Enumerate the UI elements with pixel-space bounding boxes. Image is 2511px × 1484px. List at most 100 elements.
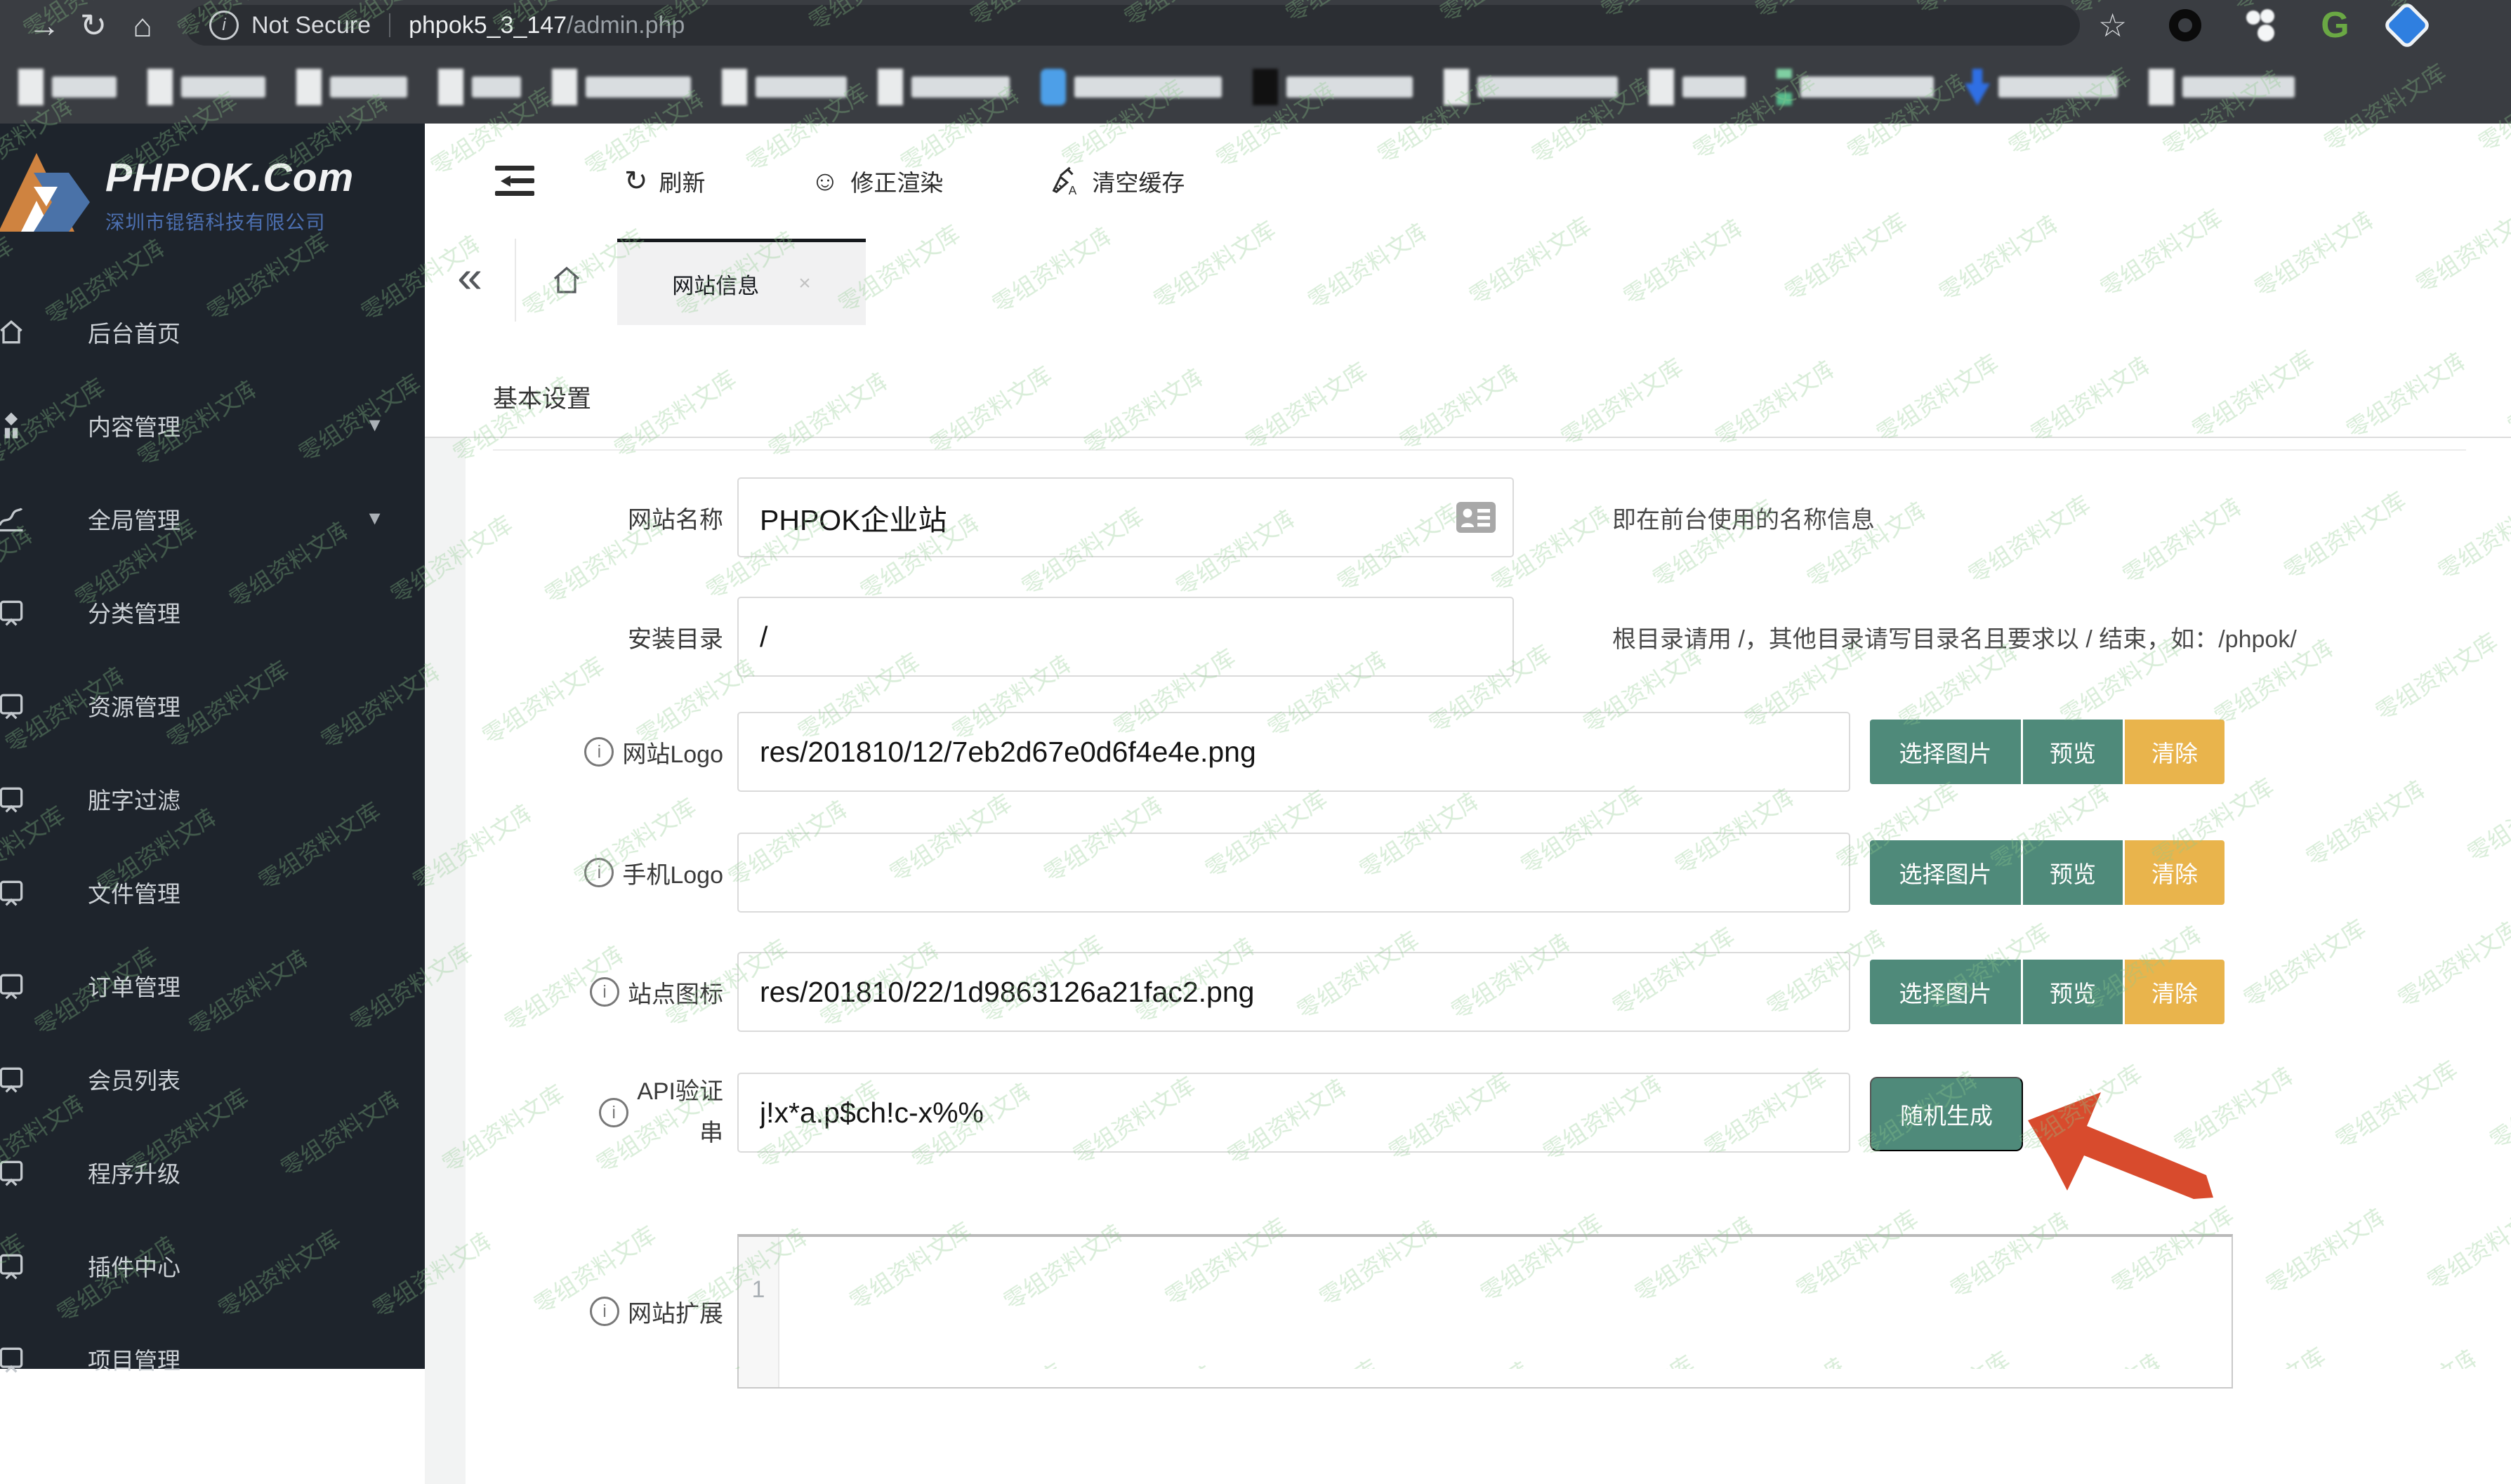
logo-title: PHPOK.Com (105, 155, 355, 200)
info-icon[interactable]: i (599, 1098, 629, 1127)
sidebar-item-orders[interactable]: 订单管理 (0, 939, 425, 1032)
extension-dots-icon[interactable] (2245, 9, 2277, 41)
extension-gem-icon[interactable] (2387, 5, 2427, 46)
bookmark-item[interactable] (296, 69, 407, 105)
api-token-input[interactable] (737, 1073, 1850, 1153)
bookmark-item[interactable] (722, 69, 847, 105)
home-icon (0, 319, 22, 343)
bookmark-item[interactable] (878, 69, 1010, 105)
bookmark-item[interactable] (1041, 69, 1222, 105)
info-icon[interactable]: i (584, 858, 614, 887)
browser-toolbar: → ↻ ⌂ i Not Secure phpok5_3_147 /admin.p… (0, 0, 2511, 51)
bookmark-item[interactable] (1777, 69, 1934, 105)
brush-icon: A (1052, 166, 1077, 197)
preview-button[interactable]: 预览 (2023, 840, 2123, 905)
bookmark-item[interactable] (1444, 69, 1618, 105)
sidebar-item-projects[interactable]: 项目管理 (0, 1312, 425, 1405)
sidebar-item-plugins[interactable]: 插件中心 (0, 1219, 425, 1312)
extension-g-icon[interactable]: G (2321, 7, 2349, 44)
divider (425, 437, 2511, 438)
row-site-ext: i 网站扩展 1 (425, 1234, 2233, 1389)
contact-card-icon[interactable] (1456, 502, 1496, 533)
divider (493, 449, 2466, 451)
preview-button[interactable]: 预览 (2023, 720, 2123, 784)
info-icon[interactable]: i (584, 737, 614, 767)
bookmark-item[interactable] (1965, 69, 2118, 105)
refresh-button[interactable]: ↻ 刷新 (624, 164, 706, 198)
bookmark-item[interactable] (147, 69, 265, 105)
home-outline-icon (553, 266, 580, 293)
content-icon (4, 412, 18, 438)
bookmark-item[interactable] (1253, 69, 1413, 105)
extension-circle-icon[interactable] (2169, 9, 2202, 41)
chevron-down-icon (365, 414, 384, 436)
choose-image-button[interactable]: 选择图片 (1870, 720, 2021, 784)
window-icon (0, 1254, 23, 1280)
chevron-down-icon (365, 508, 384, 529)
row-site-name: 网站名称 即在前台使用的名称信息 (425, 477, 1875, 557)
sidebar-item-category[interactable]: 分类管理 (0, 565, 425, 658)
site-name-input[interactable] (737, 477, 1514, 557)
row-api-token: i API验证 串 随机生成 (425, 1073, 2023, 1153)
phpok-logo-icon (0, 153, 90, 232)
bookmark-item[interactable] (2149, 69, 2295, 105)
site-ext-editor[interactable]: 1 (737, 1234, 2233, 1389)
collapse-sidebar-icon[interactable] (495, 166, 534, 197)
bookmark-star-icon[interactable]: ☆ (2098, 6, 2127, 44)
url-host: phpok5_3_147 (409, 11, 567, 39)
info-icon[interactable]: i (590, 1297, 619, 1326)
choose-image-button[interactable]: 选择图片 (1870, 840, 2021, 905)
site-icon-input[interactable] (737, 952, 1850, 1032)
clear-cache-button[interactable]: A 清空缓存 (1048, 164, 1185, 198)
window-icon (0, 1347, 23, 1373)
window-icon (0, 600, 23, 626)
clear-button[interactable]: 清除 (2125, 960, 2225, 1024)
forward-icon[interactable]: → (20, 0, 69, 51)
bookmark-item[interactable] (1649, 69, 1746, 105)
mobile-logo-input[interactable] (737, 833, 1850, 913)
sidebar-item-upgrade[interactable]: 程序升级 (0, 1125, 425, 1219)
tab-site-info[interactable]: 网站信息 (617, 239, 866, 325)
choose-image-button[interactable]: 选择图片 (1870, 960, 2021, 1024)
info-icon[interactable]: i (590, 977, 619, 1007)
sidebar-item-content[interactable]: 内容管理 (0, 378, 425, 472)
url-path: /admin.php (567, 11, 685, 39)
tab-bar: 网站信息 (425, 239, 2511, 1484)
security-label: Not Secure (251, 11, 371, 39)
sidebar-item-files[interactable]: 文件管理 (0, 845, 425, 939)
clear-button[interactable]: 清除 (2125, 720, 2225, 784)
site-logo-input[interactable] (737, 712, 1850, 792)
section-title: 基本设置 (493, 385, 592, 413)
preview-button[interactable]: 预览 (2023, 960, 2123, 1024)
tab-home-button[interactable] (516, 239, 619, 322)
bookmark-item[interactable] (438, 69, 521, 105)
install-dir-input[interactable] (737, 597, 1514, 677)
main-content: ↻ 刷新 ☺ 修正渲染 A 清空缓存 网站信息 基本设 (425, 124, 2511, 1484)
sidebar-item-global[interactable]: 全局管理 (0, 472, 425, 565)
help-text: 即在前台使用的名称信息 (1612, 506, 1875, 534)
window-icon (0, 1160, 23, 1186)
reload-icon[interactable]: ↻ (69, 0, 118, 51)
row-site-icon: i 站点图标 选择图片 预览 清除 (425, 952, 2225, 1032)
fix-render-button[interactable]: ☺ 修正渲染 (811, 164, 944, 198)
row-install-dir: 安装目录 根目录请用 /，其他目录请写目录名且要求以 / 结束，如：/phpok… (425, 597, 2297, 677)
sidebar-item-badwords[interactable]: 脏字过滤 (0, 752, 425, 845)
clear-button[interactable]: 清除 (2125, 840, 2225, 905)
bookmark-item[interactable] (18, 69, 117, 105)
random-generate-button[interactable]: 随机生成 (1870, 1077, 2023, 1151)
refresh-icon: ↻ (624, 166, 648, 197)
help-text: 根目录请用 /，其他目录请写目录名且要求以 / 结束，如：/phpok/ (1612, 625, 2297, 653)
window-icon (0, 880, 23, 906)
sidebar-item-dashboard[interactable]: 后台首页 (0, 285, 425, 378)
home-icon[interactable]: ⌂ (118, 0, 167, 51)
sidebar-item-resource[interactable]: 资源管理 (0, 658, 425, 752)
page-info-icon[interactable]: i (209, 11, 239, 40)
address-bar[interactable]: i Not Secure phpok5_3_147 /admin.php (185, 5, 2080, 46)
close-icon[interactable] (798, 272, 811, 296)
bookmark-item[interactable] (552, 69, 691, 105)
extensions-row: G (2169, 5, 2427, 46)
tabs-back-icon[interactable] (425, 239, 516, 322)
sidebar-item-members[interactable]: 会员列表 (0, 1032, 425, 1125)
window-icon (0, 787, 23, 813)
admin-toolbar: ↻ 刷新 ☺ 修正渲染 A 清空缓存 (425, 124, 2511, 239)
